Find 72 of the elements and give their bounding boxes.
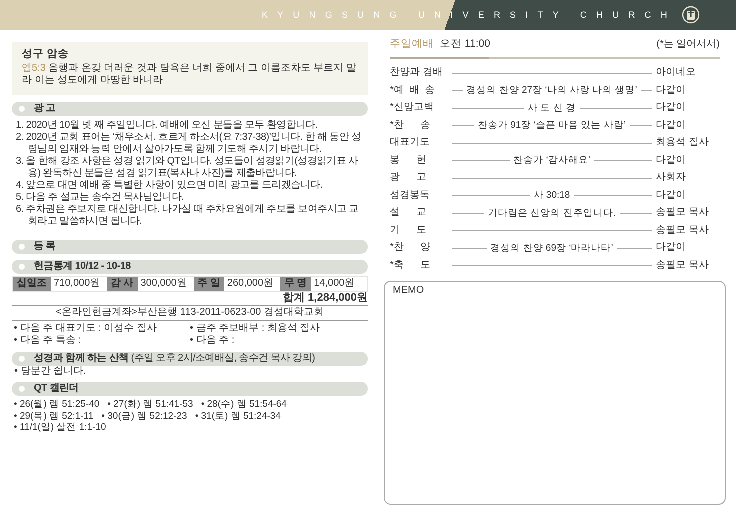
offering-label: 주 일 [194, 277, 224, 292]
order-leader: 다같이 [656, 120, 687, 132]
calendar-entry: • 30(금) 렘 52:12-23 [102, 410, 188, 422]
calendar-entry: • 27(화) 렘 51:41-53 [108, 399, 194, 411]
calendar-entry: • 28(수) 렘 51:54-64 [201, 399, 287, 411]
calendar-entry: • 31(토) 렘 51:24-34 [195, 410, 281, 422]
order-leader: 송필모 목사 [656, 224, 710, 237]
section-header: 헌금통계 10/12 - 10-18 [12, 260, 368, 274]
order-detail: 찬송가 91장 ‘슬픈 마음 있는 사람’ [478, 120, 626, 132]
order-leader: 최용석 집사 [656, 137, 710, 150]
section-header: 성경과 함께 하는 산책 (주일 오후 2시/소예배실, 송수건 목사 강의) [12, 352, 368, 366]
order-leader: 다같이 [656, 154, 687, 167]
verse-title: 성구 암송 [22, 48, 70, 61]
order-label: *신앙고백 [390, 102, 435, 114]
verse-text: 엡5:3 음행과 온갖 더러운 것과 탐욕은 너희 중에서 그 이름조차도 부르지 말라 이는 성도에게 마땅한 바니라 [22, 63, 358, 88]
order-label: *축 도 [390, 260, 432, 272]
announcement-text: 3. 올 한해 강조 사항은 성경 읽기와 QT입니다. 성도들이 성경읽기(성경읽기표 사용) 완독하신 분들은 성경 읽기표(복사나 사진)를 제출바랍니다. [16, 156, 360, 180]
note-text: • 금주 주보배부 : 최용석 집사 [190, 323, 322, 336]
note-text: • 당분간 쉽니다. [14, 366, 88, 378]
order-label: 찬양과 경배 [390, 67, 444, 80]
offering-amount: 300,000원 [138, 277, 194, 292]
order-leader: 다같이 [656, 190, 688, 202]
memo-label: MEMO [393, 284, 424, 296]
announcement-text: 5. 다음 주 설교는 송수건 목사님입니다. [16, 192, 186, 204]
order-label: 광 고 [390, 172, 428, 184]
note-text: • 다음 주 : [190, 335, 236, 348]
note-text: • 다음 주 대표기도 : 이성수 집사 [14, 323, 158, 336]
offering-label: 무 명 [280, 277, 312, 292]
order-label: 기 도 [390, 224, 428, 237]
order-leader: 사회자 [656, 172, 687, 184]
order-detail: 경성의 찬양 69장 ‘마라나타’ [490, 242, 614, 254]
section-header: 등 록 [12, 240, 368, 254]
emblem-icon [682, 6, 700, 24]
order-leader: 송필모 목사 [656, 207, 710, 220]
offering-amount: 710,000원 [51, 277, 107, 292]
section-header: 광 고 [12, 102, 368, 116]
order-label: 대표기도 [390, 137, 431, 150]
order-leader: 아이네오 [656, 67, 697, 80]
order-leader: 다같이 [656, 84, 687, 97]
order-label: 설 교 [390, 207, 428, 220]
offering-label: 십일조 [13, 277, 51, 292]
service-title: 주일예배 [390, 38, 434, 51]
order-detail: 사 도 신 경 [528, 102, 576, 114]
announcement-text: 2. 2020년 교회 표어는 ‘채우소서. 흐르게 하소서(요 7:37-38)’입니다. 한 해 동안 성령님의 임재와 능력 안에서 살아가도록 함께 기도해 주시기 바랍니다. [16, 132, 362, 156]
offering-amount: 14,000원 [311, 277, 368, 292]
order-detail: 경성의 찬양 27장 ‘나의 사랑 나의 생명’ [466, 85, 638, 97]
order-leader: 다같이 [656, 242, 687, 254]
memo-box[interactable]: MEMO [384, 280, 726, 505]
calendar-entry: • 26(월) 렘 51:25-40 [14, 399, 100, 411]
calendar-entry: • 11/1(일) 살전 1:1-10 [14, 422, 106, 434]
order-detail: 기다림은 신앙의 진주입니다. [488, 208, 616, 220]
announcement-text: 1. 2020년 10월 넷 째 주일입니다. 예배에 오신 분들을 모두 환영합니다. [16, 120, 319, 132]
note-text: • 다음 주 특송 : [14, 335, 82, 348]
offering-total: 합계 1,284,000원 [12, 292, 368, 306]
order-label: 봉 헌 [390, 154, 428, 167]
order-label: *예 배 송 [390, 84, 436, 97]
section-header: QT 캘린더 [12, 382, 368, 396]
order-label: *찬 양 [390, 242, 432, 254]
order-detail: 사 30:18 [534, 190, 570, 202]
offering-amount: 260,000원 [224, 277, 280, 292]
order-detail: 찬송가 ‘감사해요’ [514, 155, 590, 167]
order-leader: 다같이 [656, 102, 688, 114]
standing-note: (*는 일어서서) [656, 38, 720, 51]
announcement-text: 4. 앞으로 대면 예배 중 특별한 사항이 있으면 미리 광고를 드리겠습니다. [16, 180, 324, 192]
announcement-text: 6. 주차권은 주보지로 대신합니다. 나가실 때 주차요원에게 주보를 보여주시고 교회라고 말씀하시면 됩니다. [16, 204, 360, 228]
order-label: *찬 송 [390, 120, 432, 132]
offering-label: 감 사 [106, 277, 138, 292]
account-text: <온라인헌금계좌>부산은행 113-2011-0623-00 경성대학교회 [12, 306, 368, 322]
order-leader: 송필모 목사 [656, 260, 710, 272]
service-time: 오전 11:00 [440, 38, 490, 51]
order-label: 성경봉독 [390, 190, 431, 202]
calendar-entry: • 29(목) 렘 52:1-11 [14, 410, 94, 422]
